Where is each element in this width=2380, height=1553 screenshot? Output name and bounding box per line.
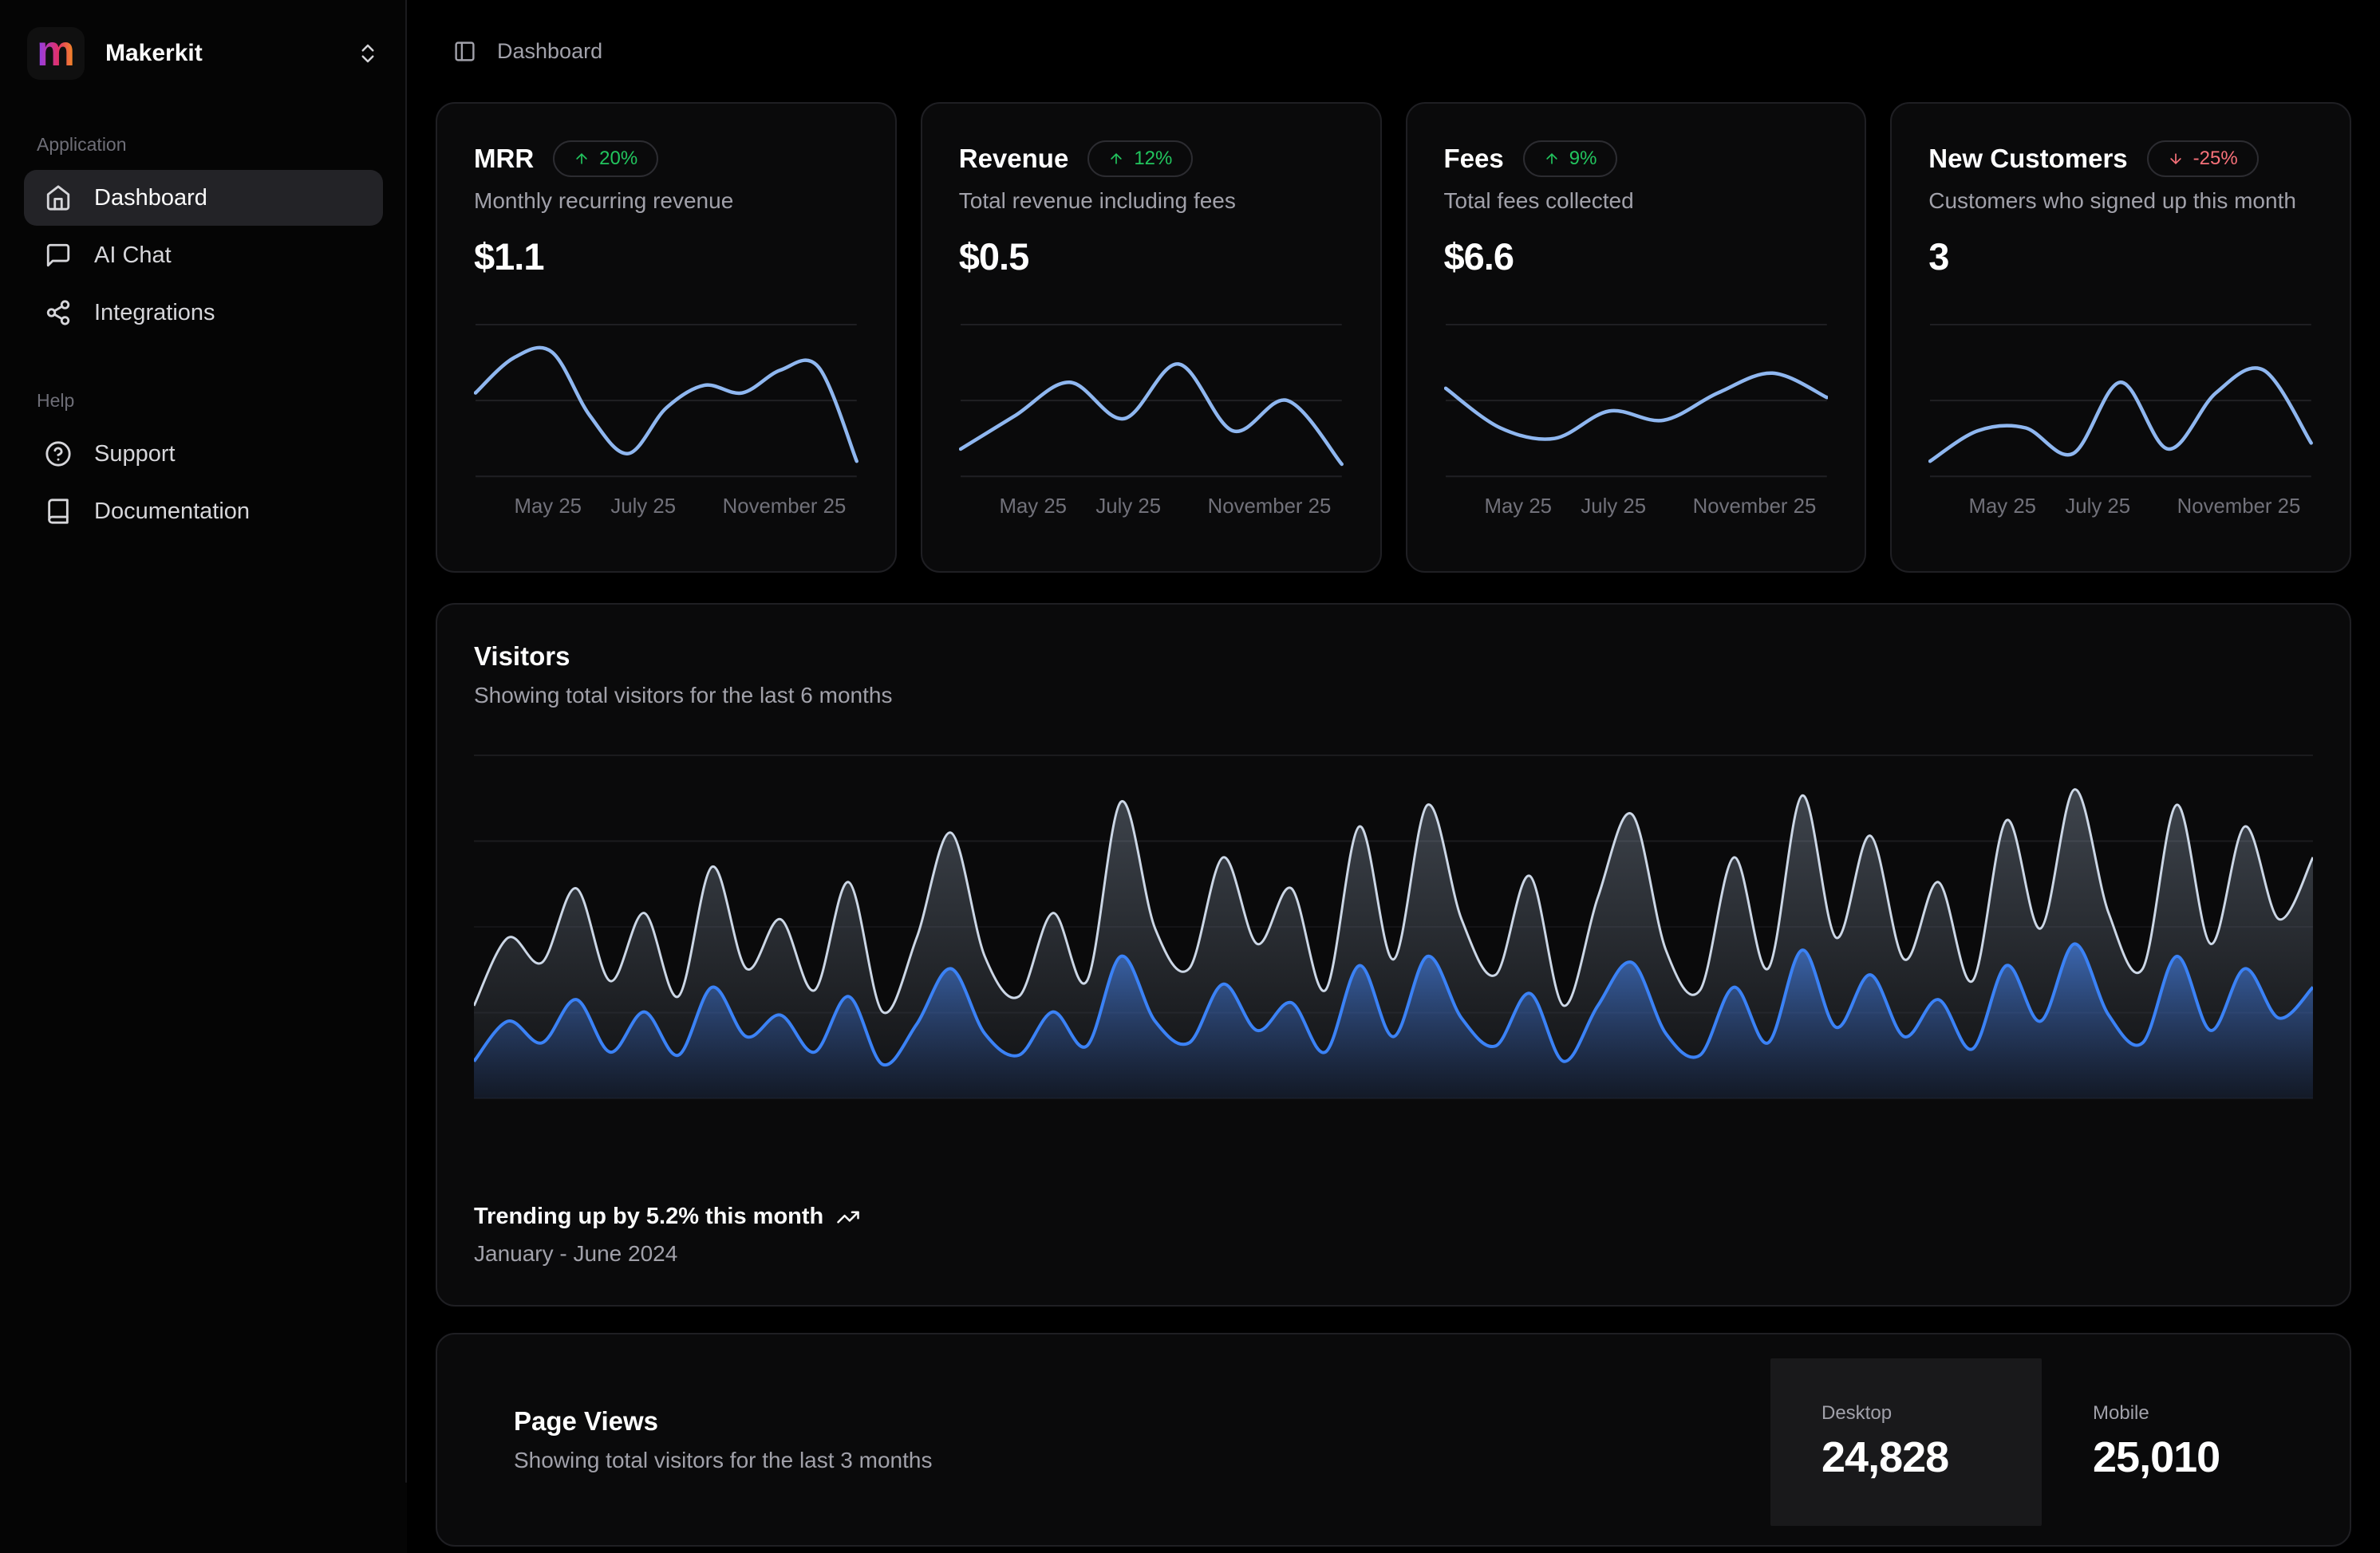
trend-badge: -25% — [2147, 140, 2259, 177]
page-views-header: Page Views Showing total visitors for th… — [437, 1334, 1770, 1545]
desktop-label: Desktop — [1822, 1402, 1991, 1425]
sidebar-section-application: Application — [37, 134, 383, 156]
sidebar-item-ai-chat[interactable]: AI Chat — [24, 227, 383, 283]
stat-card-fees: Fees 9% Total fees collected $6.6 May 25… — [1406, 102, 1867, 573]
stat-title: Fees — [1444, 144, 1504, 174]
sidebar: m Makerkit Application Dashboard AI Chat… — [0, 0, 407, 1553]
page-views-toggles: Desktop 24,828 Mobile 25,010 — [1770, 1334, 2350, 1545]
sidebar-section-help: Help — [37, 390, 383, 412]
sidebar-item-label: Documentation — [94, 499, 250, 525]
visitors-card: Visitors Showing total visitors for the … — [436, 603, 2351, 1307]
svg-text:May 25: May 25 — [1969, 495, 2037, 518]
sidebar-item-documentation[interactable]: Documentation — [24, 483, 383, 539]
trending-up-icon — [836, 1205, 860, 1229]
book-icon — [45, 498, 72, 525]
makerkit-logo: m — [27, 27, 85, 80]
svg-text:November 25: November 25 — [1692, 495, 1816, 518]
date-range-text: January - June 2024 — [474, 1241, 2313, 1267]
trend-badge: 20% — [553, 140, 658, 177]
visitors-title: Visitors — [474, 641, 2313, 672]
stat-title: MRR — [474, 144, 534, 174]
svg-text:November 25: November 25 — [2177, 495, 2301, 518]
stat-value: $1.1 — [474, 235, 858, 278]
sidebar-item-label: Integrations — [94, 300, 215, 326]
breadcrumb: Dashboard — [497, 39, 602, 64]
sidebar-item-integrations[interactable]: Integrations — [24, 285, 383, 341]
stat-subtitle: Total revenue including fees — [959, 188, 1344, 214]
stat-subtitle: Total fees collected — [1444, 188, 1829, 214]
stat-card-revenue: Revenue 12% Total revenue including fees… — [921, 102, 1382, 573]
sidebar-toggle-icon[interactable] — [453, 40, 476, 63]
trend-badge: 9% — [1523, 140, 1618, 177]
visitors-area-chart — [474, 748, 2313, 1102]
page-views-card: Page Views Showing total visitors for th… — [436, 1333, 2351, 1547]
stat-value: $6.6 — [1444, 235, 1829, 278]
svg-text:July 25: July 25 — [2066, 495, 2131, 518]
trend-text: Trending up by 5.2% this month — [474, 1204, 823, 1230]
arrow-up-icon — [574, 151, 590, 167]
svg-text:November 25: November 25 — [723, 495, 847, 518]
stat-cards-row: MRR 20% Monthly recurring revenue $1.1 M… — [436, 102, 2351, 573]
stat-title: New Customers — [1928, 144, 2127, 174]
arrow-down-icon — [2168, 151, 2184, 167]
main-content: Dashboard MRR 20% Monthly recurring reve… — [407, 0, 2380, 1553]
sidebar-item-dashboard[interactable]: Dashboard — [24, 170, 383, 226]
chevrons-up-down-icon[interactable] — [356, 41, 380, 65]
stat-card-new-customers: New Customers -25% Customers who signed … — [1890, 102, 2351, 573]
svg-text:May 25: May 25 — [999, 495, 1067, 518]
stat-subtitle: Monthly recurring revenue — [474, 188, 858, 214]
mrr-sparkline-chart: May 25 July 25 November 25 — [474, 318, 858, 521]
svg-text:July 25: July 25 — [1581, 495, 1646, 518]
share-icon — [45, 299, 72, 326]
new-customers-sparkline-chart: May 25 July 25 November 25 — [1928, 318, 2313, 521]
page-views-title: Page Views — [514, 1406, 1770, 1437]
trend-badge: 12% — [1087, 140, 1193, 177]
fees-sparkline-chart: May 25 July 25 November 25 — [1444, 318, 1829, 521]
help-circle-icon — [45, 440, 72, 467]
revenue-sparkline-chart: May 25 July 25 November 25 — [959, 318, 1344, 521]
visitors-footer: Trending up by 5.2% this month January -… — [474, 1204, 2313, 1268]
home-icon — [45, 184, 72, 211]
workspace-switcher[interactable]: m Makerkit — [24, 26, 383, 81]
message-square-icon — [45, 242, 72, 269]
svg-text:July 25: July 25 — [610, 495, 676, 518]
sidebar-item-label: AI Chat — [94, 242, 172, 269]
stat-value: 3 — [1928, 235, 2313, 278]
topbar: Dashboard — [436, 0, 2351, 102]
logo-letter: m — [37, 30, 75, 73]
stat-title: Revenue — [959, 144, 1069, 174]
brand-name: Makerkit — [105, 40, 335, 67]
stat-value: $0.5 — [959, 235, 1344, 278]
page-views-subtitle: Showing total visitors for the last 3 mo… — [514, 1448, 1770, 1473]
svg-text:May 25: May 25 — [515, 495, 582, 518]
mobile-value: 25,010 — [2093, 1433, 2262, 1482]
sidebar-item-label: Dashboard — [94, 185, 207, 211]
svg-text:May 25: May 25 — [1484, 495, 1552, 518]
desktop-toggle[interactable]: Desktop 24,828 — [1770, 1358, 2042, 1526]
stat-card-mrr: MRR 20% Monthly recurring revenue $1.1 M… — [436, 102, 897, 573]
mobile-toggle[interactable]: Mobile 25,010 — [2042, 1358, 2313, 1526]
mobile-label: Mobile — [2093, 1402, 2262, 1425]
arrow-up-icon — [1544, 151, 1560, 167]
sidebar-item-label: Support — [94, 441, 176, 467]
desktop-value: 24,828 — [1822, 1433, 1991, 1482]
stat-subtitle: Customers who signed up this month — [1928, 188, 2313, 214]
visitors-subtitle: Showing total visitors for the last 6 mo… — [474, 683, 2313, 708]
svg-text:November 25: November 25 — [1207, 495, 1331, 518]
sidebar-item-support[interactable]: Support — [24, 426, 383, 482]
arrow-up-icon — [1108, 151, 1124, 167]
svg-text:July 25: July 25 — [1095, 495, 1161, 518]
